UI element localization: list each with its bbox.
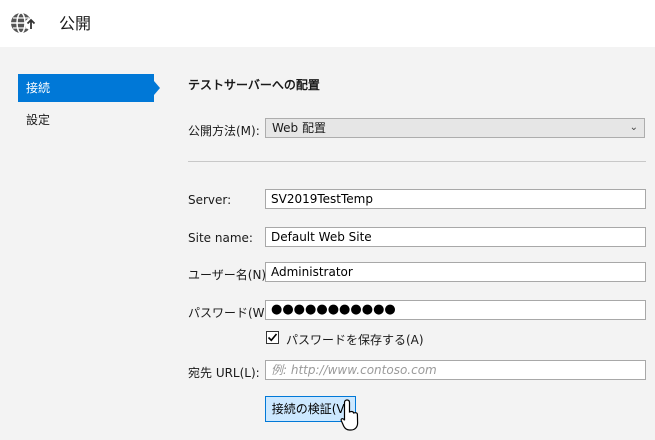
checkmark-icon [267,333,278,342]
user-name-label: ユーザー名(N): [188,268,271,282]
site-name-input[interactable]: Default Web Site [265,227,646,247]
site-name-label: Site name: [188,231,253,245]
globe-upload-icon [11,12,37,34]
header-bar: 公開 [0,0,655,47]
divider [188,161,646,162]
server-label: Server: [188,193,232,207]
destination-url-input[interactable]: 例: http://www.contoso.com [265,360,646,380]
chevron-down-icon: ⌄ [629,122,638,133]
page-title: 公開 [59,14,92,33]
section-title: テストサーバーへの配置 [188,78,320,92]
publish-method-select[interactable]: Web 配置 ⌄ [265,118,645,138]
save-password-checkbox[interactable] [266,331,279,344]
publish-method-value: Web 配置 [272,121,326,135]
sidebar-item-settings[interactable]: 設定 [18,106,50,134]
password-input[interactable]: ●●●●●●●●●●● [265,300,646,320]
sidebar-item-connection[interactable]: 接続 [18,74,160,102]
mouse-pointer-icon [340,399,359,431]
server-input[interactable]: SV2019TestTemp [265,189,646,209]
save-password-label[interactable]: パスワードを保存する(A) [286,331,424,348]
publish-method-label: 公開方法(M): [188,124,260,138]
destination-url-label: 宛先 URL(L): [188,366,260,380]
user-name-input[interactable]: Administrator [265,262,646,282]
password-label: パスワード(W): [188,306,274,320]
